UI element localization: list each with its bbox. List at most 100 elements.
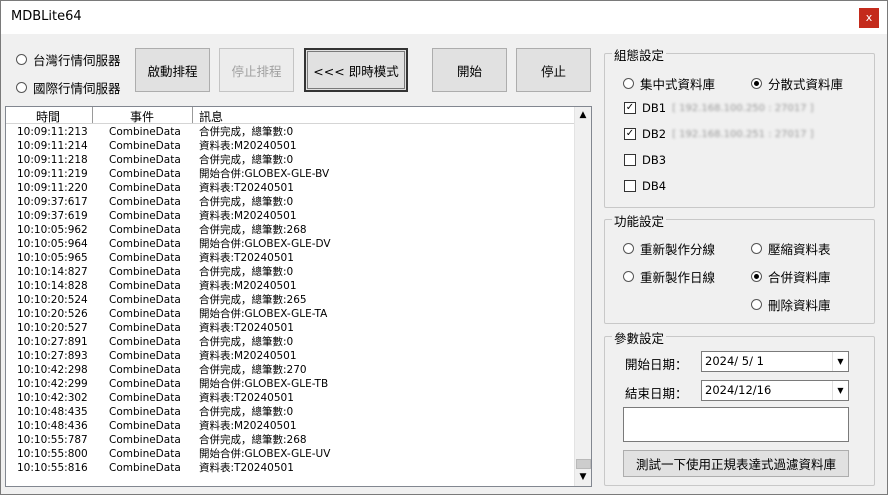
radio-rebuild-daily[interactable]: 重新製作日線 <box>623 267 715 286</box>
table-row[interactable]: 10:10:14:827 CombineData 合併完成，總筆數:0 <box>6 265 574 279</box>
cell-message: 資料表:T20240501 <box>199 322 294 334</box>
start-schedule-button[interactable]: 啟動排程 <box>135 48 210 92</box>
checkbox-db2[interactable]: ✓ DB2 [ 192.168.100.251 : 27017 ] <box>624 127 814 141</box>
checkbox-label: DB3 <box>642 153 667 167</box>
cell-message: 合併完成，總筆數:270 <box>199 364 307 376</box>
start-button[interactable]: 開始 <box>432 48 507 92</box>
cell-time: 10:10:42:302 <box>17 392 88 404</box>
checkbox-db1[interactable]: ✓ DB1 [ 192.168.100.250 : 27017 ] <box>624 101 814 115</box>
cell-message: 合併完成，總筆數:0 <box>199 154 294 166</box>
radio-dot <box>751 78 762 89</box>
table-row[interactable]: 10:10:48:435 CombineData 合併完成，總筆數:0 <box>6 405 574 419</box>
table-row[interactable]: 10:10:27:891 CombineData 合併完成，總筆數:0 <box>6 335 574 349</box>
cell-event: CombineData <box>109 406 181 418</box>
chevron-down-icon[interactable]: ▼ <box>832 381 848 400</box>
table-row[interactable]: 10:10:05:965 CombineData 資料表:T20240501 <box>6 251 574 265</box>
cell-time: 10:09:11:220 <box>17 182 88 194</box>
cell-event: CombineData <box>109 196 181 208</box>
stop-button[interactable]: 停止 <box>516 48 591 92</box>
close-button[interactable]: x <box>859 8 879 28</box>
radio-compress-table[interactable]: 壓縮資料表 <box>751 239 831 258</box>
cell-time: 10:10:20:524 <box>17 294 88 306</box>
cell-event: CombineData <box>109 182 181 194</box>
cell-event: CombineData <box>109 154 181 166</box>
table-row[interactable]: 10:10:48:436 CombineData 資料表:M20240501 <box>6 419 574 433</box>
cell-message: 開始合併:GLOBEX-GLE-UV <box>199 448 331 460</box>
cell-event: CombineData <box>109 336 181 348</box>
cell-time: 10:10:27:891 <box>17 336 88 348</box>
radio-centralized-db[interactable]: 集中式資料庫 <box>623 74 715 93</box>
table-row[interactable]: 10:09:11:213 CombineData 合併完成，總筆數:0 <box>6 125 574 139</box>
cell-event: CombineData <box>109 238 181 250</box>
cell-time: 10:10:55:787 <box>17 434 88 446</box>
cell-time: 10:10:14:828 <box>17 280 88 292</box>
radio-merge-db[interactable]: 合併資料庫 <box>751 267 831 286</box>
table-row[interactable]: 10:10:42:299 CombineData 開始合併:GLOBEX-GLE-T… <box>6 377 574 391</box>
chevron-down-icon[interactable]: ▼ <box>832 352 848 371</box>
table-row[interactable]: 10:10:20:524 CombineData 合併完成，總筆數:265 <box>6 293 574 307</box>
scroll-thumb[interactable] <box>576 459 591 469</box>
table-row[interactable]: 10:10:05:962 CombineData 合併完成，總筆數:268 <box>6 223 574 237</box>
radio-delete-db[interactable]: 刪除資料庫 <box>751 295 831 314</box>
table-row[interactable]: 10:09:37:619 CombineData 資料表:M20240501 <box>6 209 574 223</box>
table-row[interactable]: 10:10:27:893 CombineData 資料表:M20240501 <box>6 349 574 363</box>
radio-label: 刪除資料庫 <box>768 298 831 313</box>
table-row[interactable]: 10:10:55:816 CombineData 資料表:T20240501 <box>6 461 574 475</box>
window-title: MDBLite64 <box>11 9 82 24</box>
stop-schedule-button[interactable]: 停止排程 <box>219 48 294 92</box>
scroll-down-icon[interactable]: ▼ <box>575 469 591 486</box>
radio-dot <box>751 271 762 282</box>
check-mark-icon: ✓ <box>624 102 636 114</box>
table-row[interactable]: 10:10:05:964 CombineData 開始合併:GLOBEX-GLE-D… <box>6 237 574 251</box>
table-row[interactable]: 10:09:11:219 CombineData 開始合併:GLOBEX-GLE-B… <box>6 167 574 181</box>
cell-time: 10:09:11:214 <box>17 140 88 152</box>
cell-event: CombineData <box>109 378 181 390</box>
cell-time: 10:09:11:218 <box>17 154 88 166</box>
table-row[interactable]: 10:09:11:214 CombineData 資料表:M20240501 <box>6 139 574 153</box>
params-group-title: 參數設定 <box>612 328 667 347</box>
radio-rebuild-minute[interactable]: 重新製作分線 <box>623 239 715 258</box>
table-row[interactable]: 10:10:55:787 CombineData 合併完成，總筆數:268 <box>6 433 574 447</box>
table-row[interactable]: 10:09:11:218 CombineData 合併完成，總筆數:0 <box>6 153 574 167</box>
checkbox-db3[interactable]: DB3 <box>624 153 666 167</box>
cell-message: 資料表:T20240501 <box>199 462 294 474</box>
cell-message: 合併完成，總筆數:0 <box>199 266 294 278</box>
cell-time: 10:10:27:893 <box>17 350 88 362</box>
table-row[interactable]: 10:10:42:302 CombineData 資料表:T20240501 <box>6 391 574 405</box>
radio-label: 重新製作日線 <box>640 270 716 285</box>
start-date-picker[interactable]: 2024/ 5/ 1 ▼ <box>701 351 849 372</box>
cell-event: CombineData <box>109 448 181 460</box>
test-regex-button[interactable]: 測試一下使用正規表達式過濾資料庫 <box>623 450 849 477</box>
cell-time: 10:10:05:965 <box>17 252 88 264</box>
cell-time: 10:10:55:800 <box>17 448 88 460</box>
col-time[interactable]: 時間 <box>36 108 60 125</box>
checkbox-db4[interactable]: DB4 <box>624 179 666 193</box>
table-row[interactable]: 10:09:11:220 CombineData 資料表:T20240501 <box>6 181 574 195</box>
table-row[interactable]: 10:10:42:298 CombineData 合併完成，總筆數:270 <box>6 363 574 377</box>
end-date-label: 結束日期： <box>625 386 688 401</box>
cell-event: CombineData <box>109 280 181 292</box>
log-list[interactable]: 時間 事件 訊息 10:09:11:213 CombineData 合併完成，總筆數… <box>5 106 592 487</box>
app-window: MDBLite64 x 台灣行情伺服器 國際行情伺服器 啟動排程 停止排程 <<… <box>0 0 888 495</box>
table-row[interactable]: 10:10:20:527 CombineData 資料表:T20240501 <box>6 321 574 335</box>
cell-message: 資料表:T20240501 <box>199 392 294 404</box>
end-date-picker[interactable]: 2024/12/16 ▼ <box>701 380 849 401</box>
log-scrollbar[interactable]: ▲ ▼ <box>574 107 591 486</box>
start-date-value: 2024/ 5/ 1 <box>705 354 764 368</box>
radio-intl-server[interactable]: 國際行情伺服器 <box>16 78 121 97</box>
col-message[interactable]: 訊息 <box>199 108 223 125</box>
table-row[interactable]: 10:10:14:828 CombineData 資料表:M20240501 <box>6 279 574 293</box>
scroll-up-icon[interactable]: ▲ <box>575 107 591 124</box>
cell-time: 10:10:05:964 <box>17 238 88 250</box>
radio-distributed-db[interactable]: 分散式資料庫 <box>751 74 843 93</box>
cell-time: 10:10:20:527 <box>17 322 88 334</box>
col-event[interactable]: 事件 <box>130 108 154 125</box>
regex-filter-input[interactable] <box>623 407 849 442</box>
realtime-mode-button[interactable]: <<< 即時模式 <box>304 48 408 92</box>
table-row[interactable]: 10:10:20:526 CombineData 開始合併:GLOBEX-GLE-T… <box>6 307 574 321</box>
cell-event: CombineData <box>109 392 181 404</box>
radio-tw-server[interactable]: 台灣行情伺服器 <box>16 50 121 69</box>
table-row[interactable]: 10:09:37:617 CombineData 合併完成，總筆數:0 <box>6 195 574 209</box>
cell-time: 10:10:05:962 <box>17 224 88 236</box>
table-row[interactable]: 10:10:55:800 CombineData 開始合併:GLOBEX-GLE-U… <box>6 447 574 461</box>
